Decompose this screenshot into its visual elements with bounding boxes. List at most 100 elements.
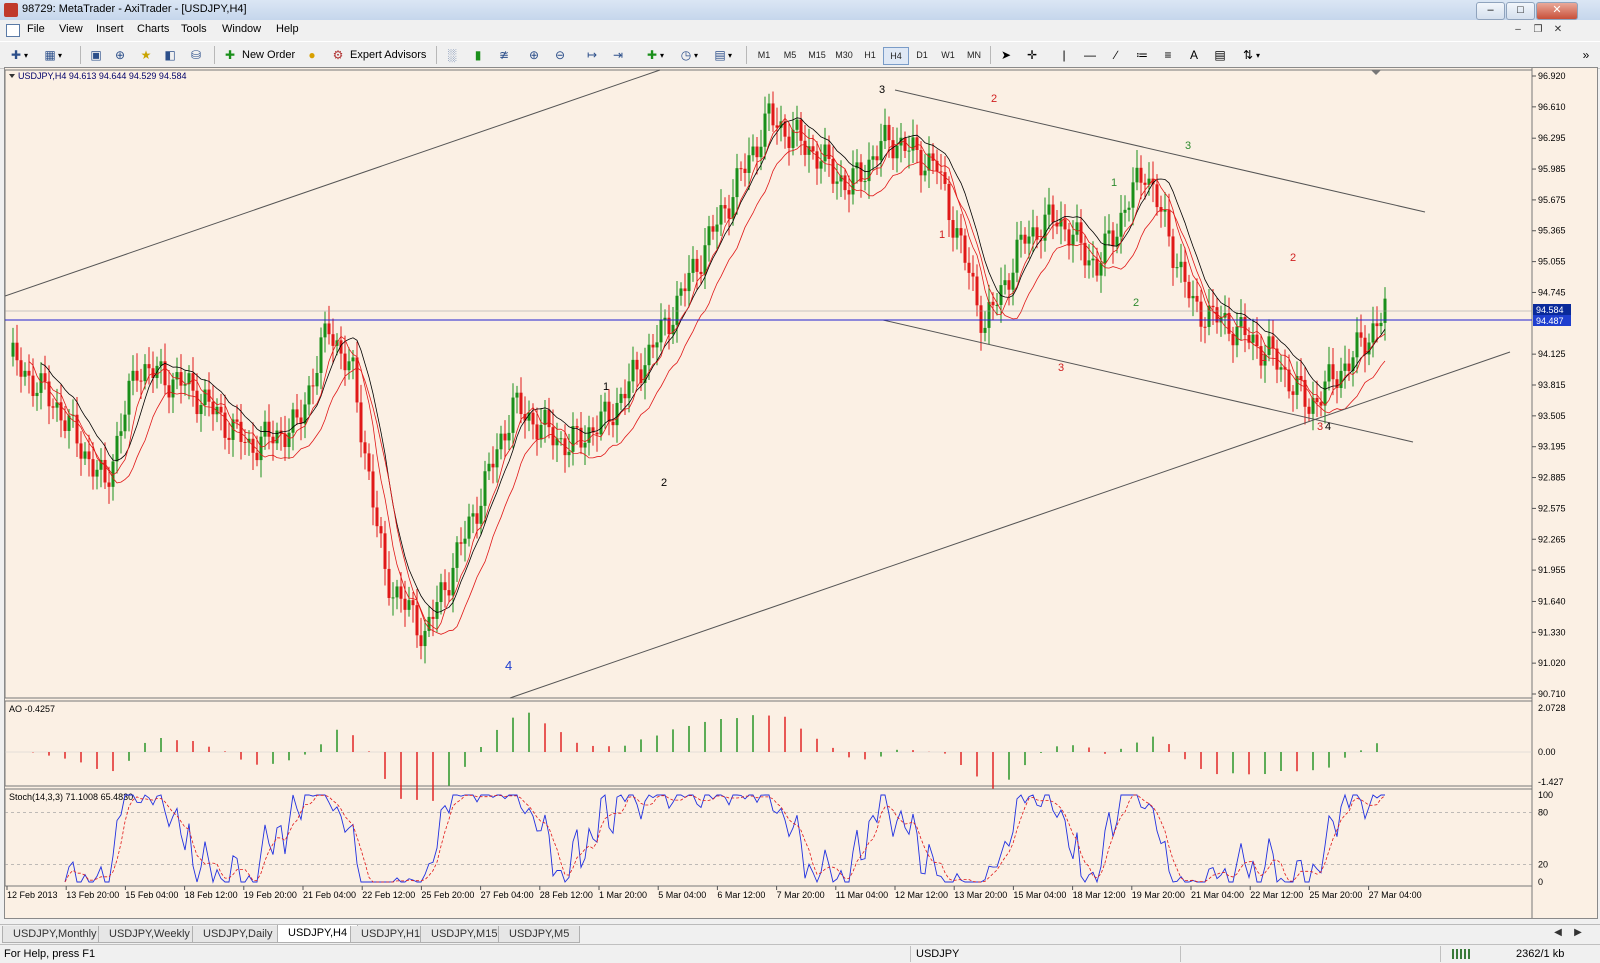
- candle-body: [543, 409, 547, 425]
- expert-advisors-icon: ⚙: [332, 48, 344, 62]
- timeframe-m15[interactable]: M15: [805, 47, 829, 63]
- profiles-button[interactable]: ▦ ▾: [42, 45, 62, 65]
- candle-body: [863, 181, 867, 183]
- candlestick-button[interactable]: ▮: [470, 45, 486, 65]
- menu-help[interactable]: Help: [276, 23, 299, 35]
- timeframe-m30[interactable]: M30: [832, 47, 856, 63]
- chart-symbol-info: USDJPY,H4 94.613 94.644 94.529 94.584: [18, 71, 186, 81]
- candle-body: [127, 380, 131, 415]
- candle-body: [923, 170, 927, 176]
- timeframe-w1[interactable]: W1: [936, 47, 960, 63]
- metaeditor-button[interactable]: ●: [304, 45, 320, 65]
- toolbar-chevron[interactable]: »: [1578, 45, 1594, 65]
- market-watch-button[interactable]: ▣: [88, 45, 104, 65]
- navigator-button[interactable]: ★: [138, 45, 154, 65]
- mdi-restore-button[interactable]: ❐: [1530, 23, 1546, 37]
- new-chart-button[interactable]: ✚ ▾: [8, 45, 28, 65]
- tab-usdjpy-h1[interactable]: USDJPY,H1: [350, 926, 432, 943]
- menu-window[interactable]: Window: [222, 23, 261, 35]
- tab-usdjpy-m15[interactable]: USDJPY,M15: [420, 926, 509, 943]
- text-tool-button[interactable]: A: [1186, 45, 1202, 65]
- wave-label: 2: [661, 477, 667, 489]
- tab-scroll-right-icon[interactable]: ▶: [1570, 926, 1586, 940]
- timeframe-d1[interactable]: D1: [910, 47, 934, 63]
- timeframe-h4[interactable]: H4: [883, 47, 909, 65]
- status-bar: For Help, press F1 USDJPY 2362/1 kb: [0, 944, 1600, 963]
- candle-body: [1231, 333, 1235, 346]
- candle-body: [1071, 234, 1075, 246]
- candle-body: [1019, 234, 1023, 240]
- zoom-out-button[interactable]: ⊖: [552, 45, 568, 65]
- tab-usdjpy-h4[interactable]: USDJPY,H4: [277, 925, 359, 943]
- candle-body: [1023, 234, 1027, 244]
- close-button[interactable]: ✕: [1536, 2, 1578, 20]
- expert-advisors-button[interactable]: ⚙ Expert Advisors: [330, 45, 427, 65]
- menu-view[interactable]: View: [59, 23, 83, 35]
- menu-insert[interactable]: Insert: [96, 23, 124, 35]
- tab-scroll-left-icon[interactable]: ◀: [1550, 926, 1566, 940]
- mdi-minimize-button[interactable]: –: [1510, 23, 1526, 37]
- candle-body: [315, 372, 319, 387]
- candle-body: [1235, 326, 1239, 346]
- timeframe-h1[interactable]: H1: [858, 47, 882, 63]
- candle-body: [875, 156, 879, 161]
- tab-usdjpy-m5[interactable]: USDJPY,M5: [498, 926, 581, 943]
- date-tick-label: 19 Mar 20:00: [1132, 890, 1185, 900]
- status-divider: [1180, 946, 1181, 962]
- candle-body: [963, 235, 967, 263]
- tab-usdjpy-daily[interactable]: USDJPY,Daily: [192, 926, 284, 943]
- chart-window[interactable]: 96.920 96.610 96.295 95.985 95.675 95.365 95.0…: [4, 67, 1598, 919]
- candle-body: [915, 137, 919, 150]
- strategy-tester-button[interactable]: ⛁: [188, 45, 204, 65]
- star-icon: ★: [140, 48, 152, 62]
- zoom-in-button[interactable]: ⊕: [526, 45, 542, 65]
- crosshair-tool-button[interactable]: ✛: [1024, 45, 1040, 65]
- toolbar-separator: [436, 46, 437, 64]
- candle-body: [451, 567, 455, 596]
- timeframe-m5[interactable]: M5: [778, 47, 802, 63]
- arrows-button[interactable]: ⇅ ▾: [1240, 45, 1260, 65]
- minimize-button[interactable]: –: [1476, 2, 1505, 20]
- menu-charts[interactable]: Charts: [137, 23, 169, 35]
- auto-scroll-button[interactable]: ↦: [584, 45, 600, 65]
- periods-button[interactable]: ◷ ▾: [678, 45, 698, 65]
- candle-body: [611, 421, 615, 426]
- cursor-tool-button[interactable]: ➤: [998, 45, 1014, 65]
- candle-body: [1011, 272, 1015, 290]
- terminal-button[interactable]: ◧: [162, 45, 178, 65]
- maximize-button[interactable]: □: [1506, 2, 1535, 20]
- candle-body: [295, 409, 299, 418]
- text-label-icon: ▤: [1214, 48, 1226, 62]
- price-chart[interactable]: 96.920 96.610 96.295 95.985 95.675 95.365 95.0…: [5, 68, 1597, 918]
- trendline-button[interactable]: ∕: [1108, 45, 1124, 65]
- wave-label: 2: [1133, 297, 1139, 309]
- timeframe-m1[interactable]: M1: [752, 47, 776, 63]
- data-window-button[interactable]: ⊕: [112, 45, 128, 65]
- candle-body: [1359, 332, 1363, 338]
- expert-advisors-label: Expert Advisors: [350, 49, 427, 61]
- tab-usdjpy-weekly[interactable]: USDJPY,Weekly: [98, 926, 201, 943]
- chart-shift-button[interactable]: ⇥: [610, 45, 626, 65]
- templates-button[interactable]: ▤ ▾: [712, 45, 732, 65]
- menu-tools[interactable]: Tools: [181, 23, 207, 35]
- timeframe-mn[interactable]: MN: [962, 47, 986, 63]
- candle-body: [1251, 334, 1255, 343]
- candle-body: [1067, 229, 1071, 246]
- fibonacci-button[interactable]: ≡: [1160, 45, 1176, 65]
- line-chart-button[interactable]: ≇: [496, 45, 512, 65]
- indicators-button[interactable]: ✚ ▾: [644, 45, 664, 65]
- bar-chart-button[interactable]: ░: [444, 45, 460, 65]
- candle-body: [519, 392, 523, 415]
- date-tick-label: 19 Feb 20:00: [244, 890, 297, 900]
- horizontal-line-button[interactable]: —: [1082, 45, 1098, 65]
- text-icon: A: [1189, 48, 1198, 62]
- candle-body: [787, 136, 791, 148]
- tab-usdjpy-monthly[interactable]: USDJPY,Monthly: [2, 926, 108, 943]
- text-label-button[interactable]: ▤: [1212, 45, 1228, 65]
- vertical-line-button[interactable]: |: [1056, 45, 1072, 65]
- equidistant-channel-button[interactable]: ≔: [1134, 45, 1150, 65]
- mdi-close-button[interactable]: ✕: [1550, 23, 1566, 37]
- cursor-icon: ➤: [1000, 48, 1012, 62]
- menu-file[interactable]: File: [27, 23, 45, 35]
- new-order-button[interactable]: ✚ New Order: [222, 45, 295, 65]
